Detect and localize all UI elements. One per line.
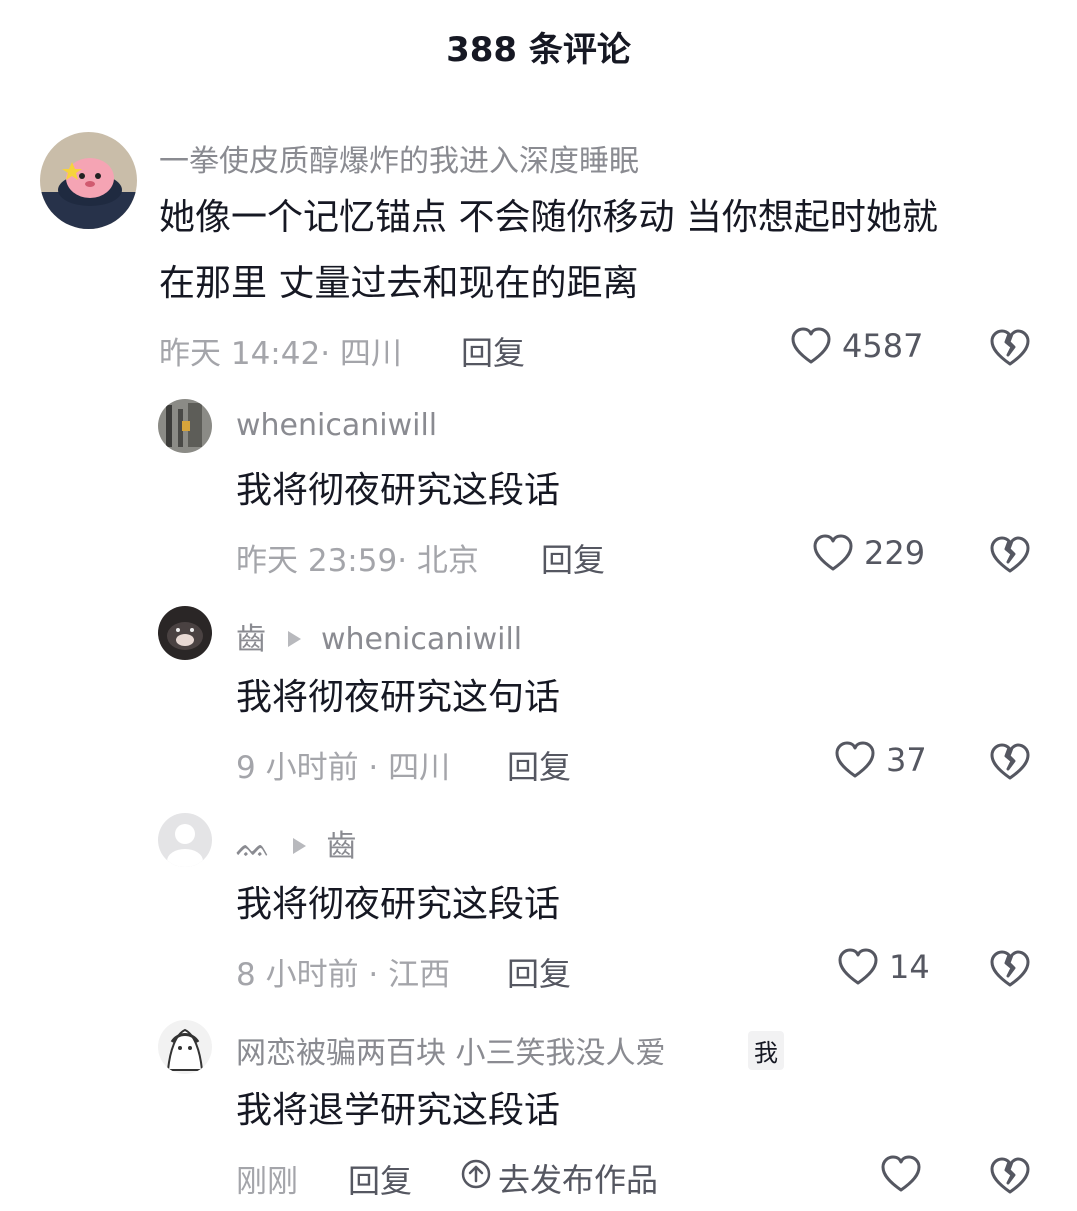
broken-heart-icon [988, 533, 1032, 575]
reply-to-username[interactable]: 齒 [326, 829, 356, 864]
comment-username[interactable]: 一拳使皮质醇爆炸的我进入深度睡眠 [159, 136, 639, 180]
self-badge: 我 [748, 1031, 784, 1070]
comment-username[interactable]: 网恋被骗两百块 小三笑我没人爱 [236, 1028, 666, 1072]
heart-outline-icon [837, 947, 879, 987]
comment-text: 我将彻夜研究这段话 [236, 470, 561, 511]
heart-outline-icon [812, 533, 854, 573]
comment-text: 她像一个记忆锚点 不会随你移动 当你想起时她就 [159, 197, 938, 238]
comment-time-location: 昨天 23:59· 北京 [236, 543, 479, 579]
dislike-button[interactable] [988, 947, 1032, 989]
comment-time: 刚刚 [236, 1164, 298, 1200]
publish-button[interactable]: 去发布作品 [460, 1155, 658, 1201]
page-title: 388 条评论 [446, 30, 631, 70]
reply-button[interactable]: 回复 [507, 949, 571, 995]
comment-text: 我将彻夜研究这句话 [236, 677, 561, 718]
comment-text: 我将彻夜研究这段话 [236, 884, 561, 925]
reply-button[interactable]: 回复 [507, 742, 571, 788]
like-count: 229 [864, 534, 926, 572]
comment-time-location: 8 小时前 · 江西 [236, 957, 451, 993]
like-count: 4587 [842, 327, 924, 365]
comment-username[interactable]: whenicaniwill [236, 408, 437, 443]
comment-time-location: 昨天 14:42· 四川 [159, 336, 402, 372]
broken-heart-icon [988, 740, 1032, 782]
like-button[interactable]: 4587 [790, 326, 923, 366]
avatar[interactable] [158, 606, 212, 660]
avatar[interactable] [158, 813, 212, 867]
broken-heart-icon [988, 947, 1032, 989]
comment-text: 我将退学研究这段话 [236, 1090, 561, 1131]
comment-text: 在那里 丈量过去和现在的距离 [159, 263, 639, 304]
triangle-right-icon [293, 837, 307, 854]
comment-username[interactable]: ᨐ [236, 829, 271, 864]
dislike-button[interactable] [988, 1154, 1032, 1196]
reply-button[interactable]: 回复 [541, 535, 605, 581]
broken-heart-icon [988, 326, 1032, 368]
reply-button[interactable]: 回复 [461, 328, 525, 374]
heart-outline-icon [834, 740, 876, 780]
dislike-button[interactable] [988, 326, 1032, 368]
avatar[interactable] [40, 132, 137, 229]
like-button[interactable]: 37 [834, 740, 927, 780]
dislike-button[interactable] [988, 740, 1032, 782]
like-button[interactable]: 229 [812, 533, 925, 573]
like-count: 14 [889, 948, 930, 986]
triangle-right-icon [288, 630, 301, 647]
publish-label: 去发布作品 [498, 1161, 659, 1199]
comment-username[interactable]: 齒 [236, 622, 266, 657]
reply-button[interactable]: 回复 [348, 1156, 412, 1202]
dislike-button[interactable] [988, 533, 1032, 575]
reply-to-username[interactable]: whenicaniwill [321, 622, 522, 657]
comment-username-line: ᨐ齒 [236, 821, 356, 865]
comment-time-location: 9 小时前 · 四川 [236, 750, 451, 786]
comment-username-line: 齒 whenicaniwill [236, 614, 522, 658]
avatar[interactable] [158, 1020, 212, 1074]
like-button[interactable] [880, 1154, 922, 1194]
heart-outline-icon [790, 326, 832, 366]
avatar[interactable] [158, 399, 212, 453]
heart-outline-icon [880, 1154, 922, 1194]
broken-heart-icon [988, 1154, 1032, 1196]
like-button[interactable]: 14 [837, 947, 930, 987]
up-arrow-circle-icon [460, 1158, 492, 1198]
like-count: 37 [886, 741, 927, 779]
